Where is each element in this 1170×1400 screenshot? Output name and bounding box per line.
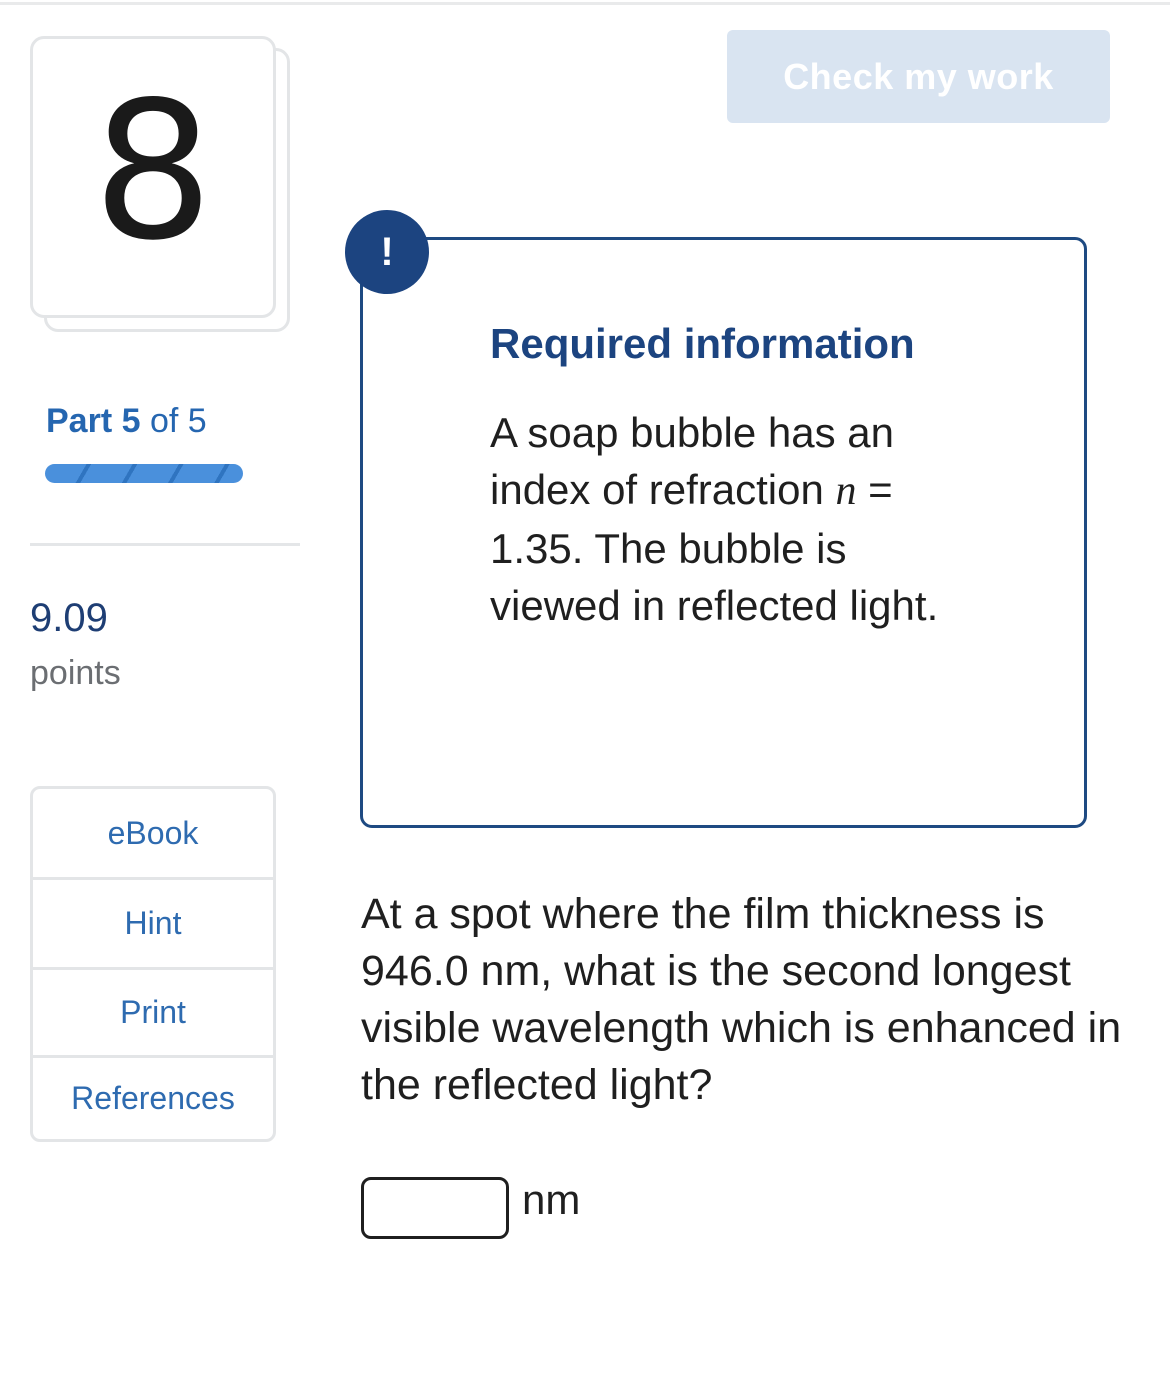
question-prompt: At a spot where the film thickness is 94… bbox=[361, 890, 1122, 1109]
part-label: Part bbox=[46, 402, 113, 440]
part-progress-bar bbox=[45, 464, 243, 483]
top-divider bbox=[0, 2, 1170, 5]
hint-button[interactable]: Hint bbox=[33, 880, 273, 970]
part-progress-fill bbox=[45, 464, 243, 483]
print-button[interactable]: Print bbox=[33, 970, 273, 1058]
check-my-work-button[interactable]: Check my work bbox=[727, 30, 1110, 123]
part-total: of 5 bbox=[149, 402, 207, 440]
info-text-before: A soap bubble has an index of refraction bbox=[490, 409, 895, 513]
references-button[interactable]: References bbox=[33, 1058, 273, 1139]
part-current: 5 bbox=[121, 402, 141, 440]
required-information-title: Required information bbox=[490, 320, 915, 367]
refraction-variable: n bbox=[835, 468, 857, 514]
answer-input[interactable] bbox=[361, 1177, 509, 1239]
resources-panel: eBook Hint Print References bbox=[30, 786, 276, 1142]
exclamation-icon: ! bbox=[345, 210, 429, 294]
sidebar-divider bbox=[30, 543, 300, 546]
alert-symbol: ! bbox=[380, 229, 394, 274]
question-number-card: 8 bbox=[30, 36, 276, 318]
answer-unit: nm bbox=[522, 1176, 581, 1223]
points-value: 9.09 bbox=[30, 596, 108, 640]
required-information-text: A soap bubble has an index of refraction… bbox=[490, 404, 960, 634]
part-indicator: Part 5 of 5 bbox=[46, 402, 207, 441]
question-number: 8 bbox=[92, 61, 214, 282]
points-label: points bbox=[30, 654, 121, 692]
ebook-button[interactable]: eBook bbox=[33, 789, 273, 880]
